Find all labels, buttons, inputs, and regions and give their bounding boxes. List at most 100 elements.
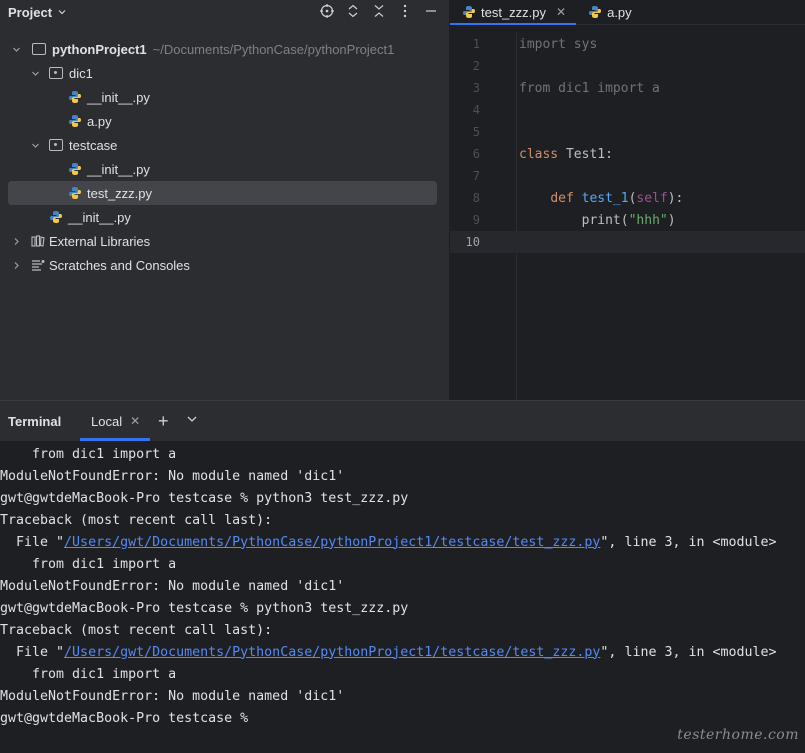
tree-item-pythonproject1[interactable]: pythonProject1 ~/Documents/PythonCase/py… (0, 37, 449, 61)
tree-item-root-init[interactable]: __init__.py (0, 205, 449, 229)
function-name: test_1 (573, 190, 629, 206)
terminal-line: Traceback (most recent call last): (0, 622, 273, 638)
code-line: 3 from dic1 import a (450, 77, 805, 99)
chevron-down-icon[interactable] (30, 140, 40, 150)
tree-item-dic1[interactable]: dic1 (0, 61, 449, 85)
terminal-line: gwt@gwtdeMacBook-Pro testcase % (0, 710, 257, 726)
terminal-line: Traceback (most recent call last): (0, 512, 273, 528)
project-tree: pythonProject1 ~/Documents/PythonCase/py… (0, 37, 449, 277)
tree-item-external-libraries[interactable]: External Libraries (0, 229, 449, 253)
tab-test-zzz[interactable]: test_zzz.py ✕ (450, 0, 577, 25)
terminal-line: ModuleNotFoundError: No module named 'di… (0, 468, 345, 484)
tree-item-label: dic1 (69, 65, 93, 81)
line-number: 8 (472, 191, 480, 205)
tree-item-dic1-init[interactable]: __init__.py (0, 85, 449, 109)
terminal-line: gwt@gwtdeMacBook-Pro testcase % python3 … (0, 490, 409, 506)
terminal-line: gwt@gwtdeMacBook-Pro testcase % python3 … (0, 600, 409, 616)
tree-item-label: testcase (69, 137, 118, 153)
terminal-line: File "/Users/gwt/Documents/PythonCase/py… (0, 641, 805, 663)
line-prefix: File " (0, 644, 65, 660)
string-literal: "hhh" (628, 212, 668, 228)
code-line: 7 (450, 165, 805, 187)
python-icon (589, 6, 602, 18)
tree-item-test-zzz[interactable]: test_zzz.py (8, 181, 437, 205)
chevron-right-icon[interactable] (11, 260, 21, 270)
tab-label: a.py (607, 4, 632, 20)
code-line: 1 import sys (450, 33, 805, 55)
terminal-line: ModuleNotFoundError: No module named 'di… (0, 578, 345, 594)
tree-item-label: Scratches and Consoles (49, 257, 190, 273)
tree-item-path: ~/Documents/PythonCase/pythonProject1 (152, 41, 395, 57)
tab-label: test_zzz.py (481, 4, 547, 20)
file-link[interactable]: /Users/gwt/Documents/PythonCase/pythonPr… (64, 645, 600, 660)
code-line: 6 class Test1: (450, 143, 805, 165)
expand-collapse-icon[interactable] (345, 2, 361, 20)
file-link[interactable]: /Users/gwt/Documents/PythonCase/pythonPr… (64, 535, 600, 550)
line-number: 2 (472, 59, 480, 73)
code-line: 8 def test_1(self): (450, 187, 805, 209)
python-icon (50, 211, 62, 223)
code-text: print("hhh") (519, 213, 676, 228)
terminal-line: from dic1 import a (0, 556, 177, 572)
tab-a-py[interactable]: a.py (576, 0, 642, 24)
terminal-line: ModuleNotFoundError: No module named 'di… (0, 688, 345, 704)
chevron-down-icon[interactable] (30, 68, 40, 78)
tree-item-label: a.py (87, 113, 112, 129)
project-panel: Project pythonProject1 ~/Documents/Pytho… (0, 0, 449, 400)
terminal-line: from dic1 import a (0, 666, 177, 682)
package-icon (49, 139, 63, 151)
chevron-right-icon[interactable] (11, 236, 21, 246)
code-line-current: 10 (450, 231, 805, 253)
class-name: Test1: (558, 146, 613, 162)
crosshair-icon[interactable] (319, 2, 335, 20)
tree-item-label: __init__.py (87, 161, 150, 177)
project-header: Project (0, 0, 449, 24)
close-icon[interactable]: ✕ (130, 414, 140, 428)
tree-item-label: test_zzz.py (87, 185, 153, 201)
line-number: 5 (472, 125, 480, 139)
python-icon (69, 187, 81, 199)
code-text: import sys (519, 36, 598, 52)
tree-item-scratches[interactable]: Scratches and Consoles (0, 253, 449, 277)
chevron-down-icon[interactable] (58, 8, 66, 16)
code-line: 4 (450, 99, 805, 121)
line-number: 10 (465, 235, 480, 249)
terminal-header: Terminal Local ✕ + (0, 401, 805, 441)
tree-item-label: __init__.py (87, 89, 150, 105)
line-number: 4 (472, 103, 480, 117)
editor-panel: test_zzz.py ✕ a.py 1 import sys 2 3 from d… (450, 0, 805, 400)
close-icon[interactable]: ✕ (556, 5, 566, 19)
tab-local[interactable]: Local ✕ (80, 401, 151, 441)
minimize-icon[interactable] (423, 2, 439, 20)
tree-item-a-py[interactable]: a.py (0, 109, 449, 133)
chevron-down-icon[interactable] (11, 44, 21, 54)
folder-icon (32, 43, 46, 55)
code-line: 2 (450, 55, 805, 77)
paren: ) (667, 212, 676, 228)
terminal-line: from dic1 import a (0, 446, 177, 462)
tree-item-testcase-init[interactable]: __init__.py (0, 157, 449, 181)
call: print( (581, 212, 629, 228)
line-prefix: File " (0, 534, 65, 550)
python-icon (69, 115, 81, 127)
collapse-all-icon[interactable] (371, 2, 387, 20)
scratches-icon (32, 260, 45, 271)
python-icon (69, 91, 81, 103)
more-icon[interactable] (397, 2, 413, 20)
tree-item-label: pythonProject1 (52, 41, 147, 57)
terminal-output[interactable]: from dic1 import a ModuleNotFoundError: … (0, 443, 805, 729)
chevron-down-icon[interactable] (186, 413, 198, 425)
line-suffix: ", line 3, in <module> (600, 534, 777, 550)
tree-item-testcase[interactable]: testcase (0, 133, 449, 157)
tab-label: Local (91, 413, 123, 429)
project-title[interactable]: Project (8, 5, 52, 20)
editor-tabs: test_zzz.py ✕ a.py (450, 0, 805, 25)
add-icon[interactable]: + (158, 411, 169, 432)
package-icon (49, 67, 63, 79)
keyword: def (550, 190, 574, 206)
paren: ): (667, 190, 684, 206)
python-icon (463, 6, 475, 18)
terminal-line: File "/Users/gwt/Documents/PythonCase/py… (0, 531, 805, 553)
code-area[interactable]: 1 import sys 2 3 from dic1 import a 4 5 6 c… (450, 33, 805, 253)
